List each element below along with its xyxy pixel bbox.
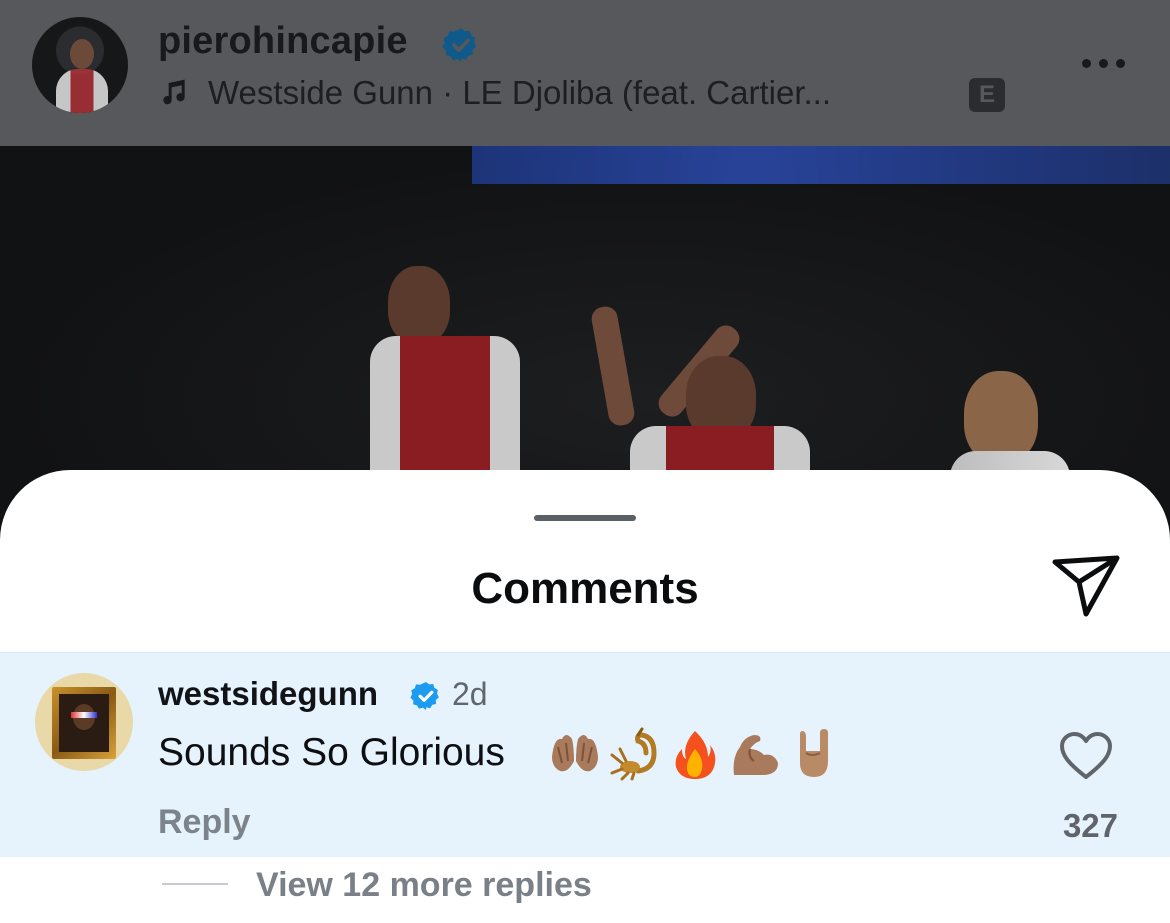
comment-timestamp: 2d [452,676,488,712]
comment-item[interactable]: westsidegunn 2d Sounds So Glorious Reply… [0,652,1170,857]
comment-text: Sounds So Glorious [158,731,505,774]
heart-like-icon[interactable] [1058,731,1114,781]
flexed-biceps-emoji-icon [733,735,778,775]
commenter-username[interactable]: westsidegunn [158,675,378,713]
view-more-replies-button[interactable]: View 12 more replies [256,866,592,905]
sign-of-the-horns-emoji-icon [800,729,828,777]
comment-emojis [548,727,842,781]
share-paper-plane-icon[interactable] [1050,552,1122,620]
sheet-grabber-handle[interactable] [534,515,636,521]
commenter-avatar[interactable] [35,673,133,771]
post-header: pierohincapie Westside Gunn · LE Djoliba… [0,0,1170,146]
music-note-icon [163,79,185,105]
post-author-avatar[interactable] [32,17,128,113]
reply-button[interactable]: Reply [158,803,251,842]
fire-emoji-icon [675,731,716,779]
replies-divider [162,883,228,885]
verified-badge-icon [442,28,477,62]
palms-up-together-emoji-icon [552,735,598,772]
comments-sheet: Comments westsidegunn 2d Sounds So Glori… [0,470,1170,923]
stadium-screen [472,146,1170,184]
post-author-username[interactable]: pierohincapie [158,20,408,63]
more-options-button[interactable] [1078,52,1128,76]
audio-track-label[interactable]: Westside Gunn · LE Djoliba (feat. Cartie… [208,74,831,112]
scorpion-emoji-icon [610,727,657,781]
like-count: 327 [1062,807,1118,844]
verified-badge-icon [410,682,439,710]
explicit-badge: E [969,78,1005,112]
sheet-title: Comments [471,564,699,613]
